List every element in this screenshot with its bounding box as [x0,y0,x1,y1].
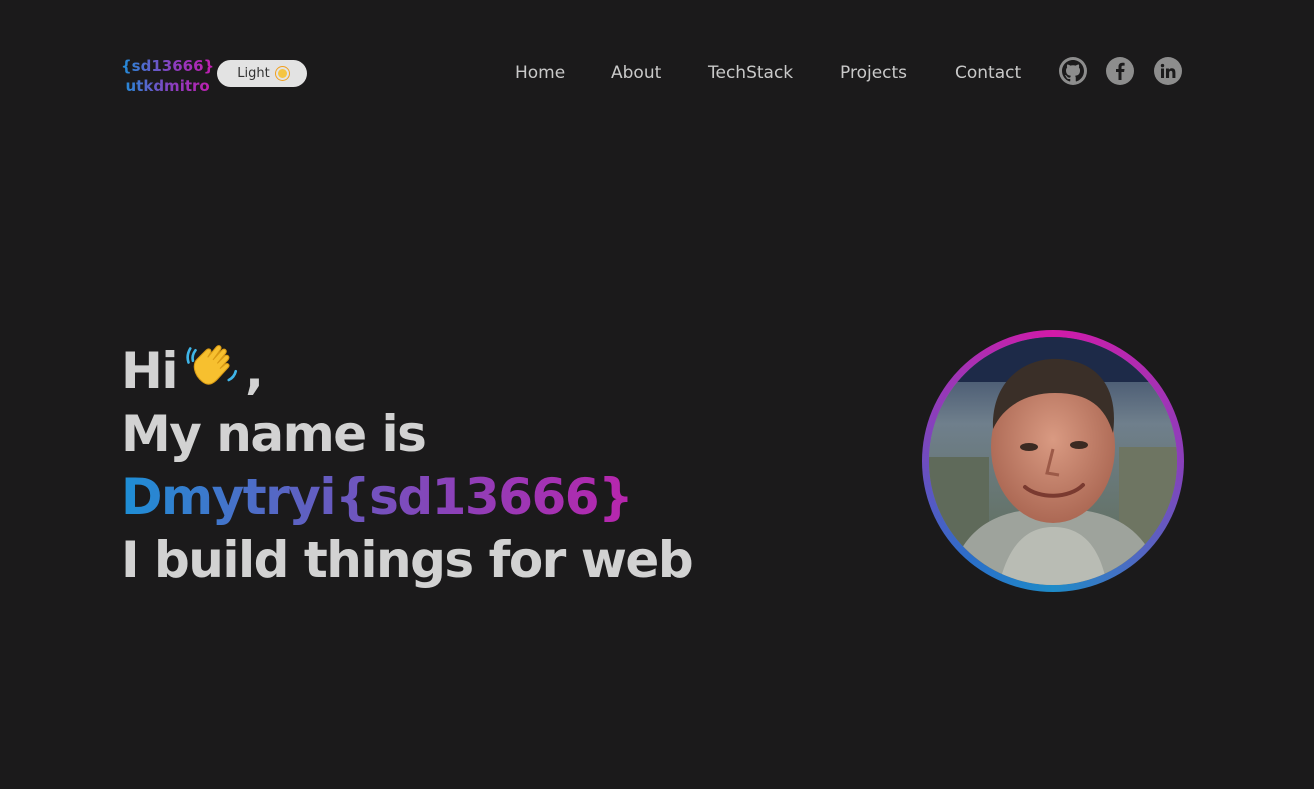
nav-techstack[interactable]: TechStack [708,62,793,84]
page: {sd13666} utkdmitro Light Home About Tec… [0,0,1314,789]
hero-name: Dmytryi{sd13666} [121,466,692,529]
avatar-frame [922,330,1184,592]
facebook-link[interactable] [1106,57,1134,85]
github-link[interactable] [1059,57,1087,85]
logo[interactable]: {sd13666} utkdmitro [121,56,214,96]
nav-contact[interactable]: Contact [955,62,1021,84]
nav-projects[interactable]: Projects [840,62,907,84]
facebook-icon [1116,62,1125,80]
waving-hand-icon [186,345,238,385]
linkedin-link[interactable] [1154,57,1182,85]
hero-greeting: Hi [121,342,178,400]
nav-about[interactable]: About [611,62,661,84]
hero-line-greeting: Hi , [121,338,692,403]
nav-home[interactable]: Home [515,62,565,84]
github-icon [1062,60,1084,82]
hero-heading: Hi , My name is Dmytryi{sd13666} I build… [121,338,694,592]
logo-line-1: {sd13666} [121,57,215,75]
linkedin-icon [1160,63,1176,78]
theme-toggle-label: Light [237,66,270,81]
hero-line-2: My name is [121,405,427,463]
avatar [929,337,1177,585]
hero-comma: , [244,342,264,400]
profile-photo [929,337,1177,585]
theme-toggle-button[interactable]: Light [217,60,307,87]
sun-icon [277,69,287,78]
logo-line-2: utkdmitro [121,76,214,96]
hero-line-4: I build things for web [121,531,694,589]
